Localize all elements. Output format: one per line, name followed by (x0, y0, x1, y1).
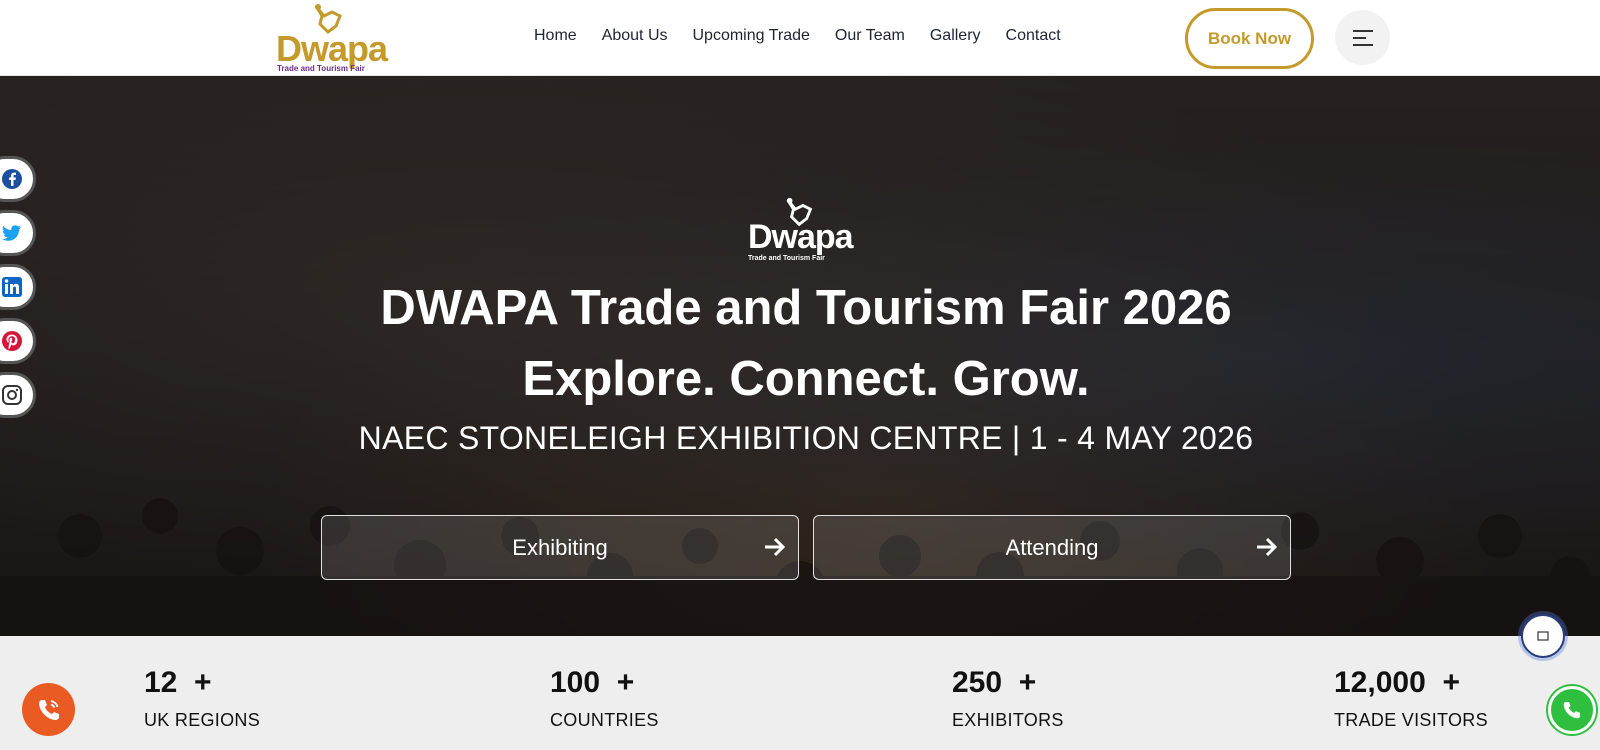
arrow-right-icon (1257, 537, 1278, 557)
hero-logo: Dwapa Trade and Tourism Fair (748, 196, 868, 268)
whatsapp-button[interactable] (1548, 686, 1596, 734)
whatsapp-icon (1563, 702, 1580, 719)
attending-label: Attending (1005, 534, 1099, 560)
stat-number: 12 (144, 666, 178, 699)
stat-label: UK REGIONS (144, 710, 261, 730)
stat-label: EXHIBITORS (952, 710, 1064, 730)
stat-number: 250 (952, 666, 1003, 699)
site-header: Dwapa Trade and Tourism Fair Home About … (0, 0, 1600, 76)
stat-suffix: + (1018, 666, 1037, 699)
stat-trade-visitors: 12,000 + TRADE VISITORS (1334, 666, 1488, 731)
twitter-icon (2, 225, 21, 241)
hero-section: Dwapa Trade and Tourism Fair DWAPA Trade… (0, 76, 1600, 636)
nav-gallery[interactable]: Gallery (930, 27, 981, 45)
exhibiting-label: Exhibiting (512, 534, 608, 560)
main-nav: Home About Us Upcoming Trade Our Team Ga… (534, 27, 1086, 45)
nav-home[interactable]: Home (534, 27, 577, 45)
stat-uk-regions: 12 + UK REGIONS (144, 666, 260, 731)
stat-suffix: + (1442, 666, 1460, 699)
call-button[interactable] (22, 683, 75, 736)
facebook-icon (2, 169, 22, 189)
attending-button[interactable]: Attending (813, 515, 1291, 580)
book-now-button[interactable]: Book Now (1185, 8, 1314, 69)
stat-label: TRADE VISITORS (1334, 710, 1488, 730)
menu-lines-icon (1352, 29, 1373, 46)
nav-contact[interactable]: Contact (1006, 27, 1061, 45)
stat-number-row: 12 + (144, 666, 260, 700)
stat-suffix: + (194, 666, 212, 699)
stat-number: 12,000 (1334, 666, 1426, 699)
hero-logo-wordmark: Dwapa (748, 218, 854, 256)
logo-tagline: Trade and Tourism Fair (277, 64, 365, 73)
stat-label: COUNTRIES (550, 710, 659, 730)
site-logo[interactable]: Dwapa Trade and Tourism Fair (276, 2, 396, 74)
linkedin-icon (2, 277, 22, 297)
menu-button[interactable] (1335, 10, 1390, 65)
hero-venue: NAEC STONELEIGH EXHIBITION CENTRE | 1 - … (358, 420, 1254, 456)
hero-logo-tagline: Trade and Tourism Fair (748, 255, 825, 262)
stat-number: 100 (550, 666, 601, 699)
stat-exhibitors: 250 + EXHIBITORS (952, 666, 1064, 731)
pinterest-icon (2, 331, 22, 351)
chat-icon (1537, 631, 1549, 641)
stat-countries: 100 + COUNTRIES (550, 666, 659, 731)
instagram-icon (2, 385, 22, 405)
stat-number-row: 12,000 + (1334, 666, 1488, 700)
nav-upcoming-trade[interactable]: Upcoming Trade (693, 27, 810, 45)
arrow-right-icon (765, 537, 786, 557)
nav-about-us[interactable]: About Us (602, 27, 668, 45)
phone-icon (38, 699, 59, 720)
stat-number-row: 250 + (952, 666, 1064, 700)
exhibiting-button[interactable]: Exhibiting (321, 515, 799, 580)
stat-suffix: + (616, 666, 635, 699)
stat-number-row: 100 + (550, 666, 659, 700)
stats-section: 12 + UK REGIONS 100 + COUNTRIES 250 + EX… (0, 636, 1600, 750)
chat-button[interactable] (1521, 614, 1565, 658)
nav-our-team[interactable]: Our Team (835, 27, 905, 45)
hero-subtitle: Explore. Connect. Grow. (522, 352, 1090, 406)
hero-title: DWAPA Trade and Tourism Fair 2026 (380, 281, 1232, 335)
